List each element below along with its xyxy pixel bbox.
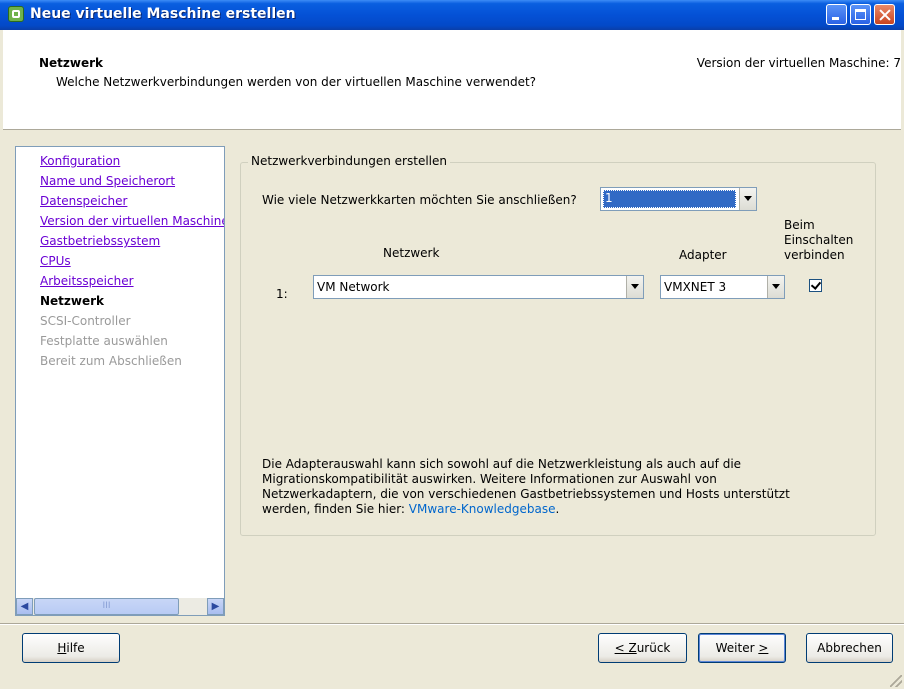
chevron-down-icon[interactable] xyxy=(767,276,784,298)
next-button[interactable]: Weiter > xyxy=(698,633,786,663)
title-bar: Neue virtuelle Maschine erstellen xyxy=(0,0,904,30)
step-scsi-controller: SCSI-Controller xyxy=(40,314,131,328)
step-netzwerk: Netzwerk xyxy=(40,294,105,308)
network-value: VM Network xyxy=(317,280,390,294)
close-button[interactable] xyxy=(874,4,895,25)
scroll-thumb[interactable]: III xyxy=(34,598,179,615)
minimize-button[interactable] xyxy=(826,4,847,25)
help-button[interactable]: Hilfe xyxy=(22,633,120,663)
back-label: urück xyxy=(636,641,671,655)
page-title: Netzwerk xyxy=(39,56,104,70)
group-title: Netzwerkverbindungen erstellen xyxy=(248,154,450,168)
resize-grip-icon[interactable] xyxy=(890,675,902,687)
step-bereit: Bereit zum Abschließen xyxy=(40,354,182,368)
column-adapter: Adapter xyxy=(679,248,727,262)
nic-count-value: 1 xyxy=(603,190,736,208)
chevron-down-icon[interactable] xyxy=(626,276,643,298)
step-cpus[interactable]: CPUs xyxy=(40,251,224,271)
info-end: . xyxy=(555,502,560,516)
step-gastbetriebssystem[interactable]: Gastbetriebssystem xyxy=(40,231,224,251)
next-label: Weiter xyxy=(715,641,759,655)
help-label: ilfe xyxy=(66,641,85,655)
step-vm-version[interactable]: Version der virtuellen Maschine xyxy=(40,211,224,231)
page-subtitle: Welche Netzwerkverbindungen werden von d… xyxy=(56,75,537,89)
adapter-value: VMXNET 3 xyxy=(664,280,727,294)
maximize-button[interactable] xyxy=(850,4,871,25)
wizard-steps-pane: Konfiguration Name und Speicherort Daten… xyxy=(15,146,225,616)
knowledgebase-link[interactable]: VMware-Knowledgebase xyxy=(409,502,556,516)
adapter-info-text: Die Adapterauswahl kann sich sowohl auf … xyxy=(262,457,822,517)
cancel-label: Abbrechen xyxy=(817,641,882,655)
nic-count-label: Wie viele Netzwerkkarten möchten Sie ans… xyxy=(262,193,577,207)
step-konfiguration[interactable]: Konfiguration xyxy=(40,151,224,171)
nic-count-select[interactable]: 1 xyxy=(600,187,757,211)
scroll-left-icon[interactable]: ◀ xyxy=(16,598,33,615)
connect-at-power-on-checkbox[interactable] xyxy=(809,279,822,292)
column-network: Netzwerk xyxy=(383,246,440,260)
adapter-select[interactable]: VMXNET 3 xyxy=(660,275,785,299)
back-button[interactable]: < Zurück xyxy=(598,633,687,663)
footer-divider xyxy=(0,623,904,625)
step-datenspeicher[interactable]: Datenspeicher xyxy=(40,191,224,211)
horizontal-scrollbar[interactable]: ◀ III ▶ xyxy=(16,598,224,615)
step-name-speicherort[interactable]: Name und Speicherort xyxy=(40,171,224,191)
step-arbeitsspeicher[interactable]: Arbeitsspeicher xyxy=(40,271,224,291)
wizard-header: Netzwerk Welche Netzwerkverbindungen wer… xyxy=(3,30,901,130)
column-connect-at-power-on: Beim Einschalten verbinden xyxy=(784,218,854,262)
next-mnemonic: > xyxy=(758,641,769,655)
vm-version-label: Version der virtuellen Maschine: 7 xyxy=(696,56,901,70)
network-select[interactable]: VM Network xyxy=(313,275,644,299)
vm-wizard-icon xyxy=(8,6,24,22)
wizard-steps-list: Konfiguration Name und Speicherort Daten… xyxy=(40,151,224,371)
row-index: 1: xyxy=(276,287,288,301)
cancel-button[interactable]: Abbrechen xyxy=(806,633,893,663)
window-title: Neue virtuelle Maschine erstellen xyxy=(30,6,296,22)
chevron-down-icon[interactable] xyxy=(739,188,756,210)
step-festplatte: Festplatte auswählen xyxy=(40,334,168,348)
back-mnemonic: < Z xyxy=(614,641,637,655)
scroll-right-icon[interactable]: ▶ xyxy=(207,598,224,615)
